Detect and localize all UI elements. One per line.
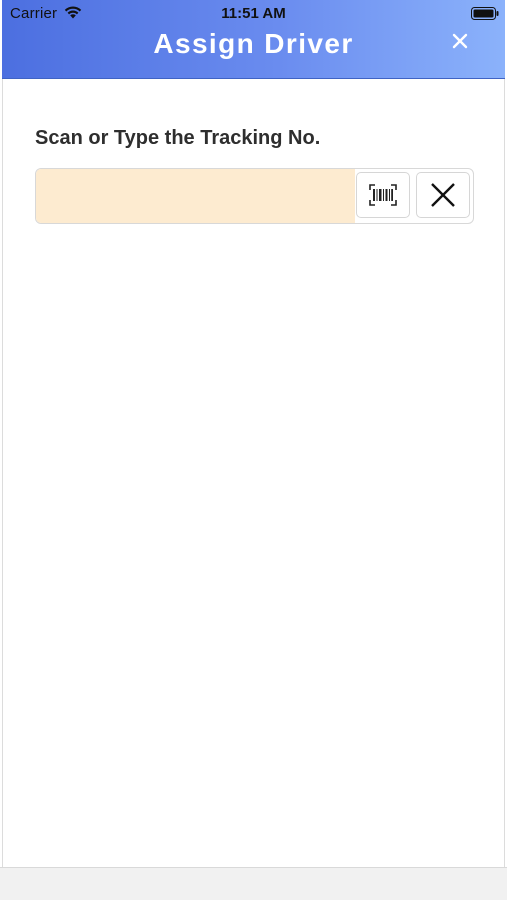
content-area: Scan or Type the Tracking No.: [2, 79, 505, 867]
tracking-input-group: [35, 168, 474, 224]
bottom-bar: [0, 867, 507, 900]
header-bar: Carrier 11:51 AM Assign Driver: [2, 0, 505, 79]
battery-icon: [471, 7, 499, 20]
tracking-number-input[interactable]: [36, 169, 355, 223]
app-screen: Carrier 11:51 AM Assign Driver Scan or T…: [0, 0, 507, 900]
status-time: 11:51 AM: [221, 5, 286, 22]
status-bar: Carrier 11:51 AM: [2, 0, 505, 26]
clear-input-button[interactable]: [416, 172, 470, 218]
close-icon[interactable]: [449, 30, 473, 54]
page-title: Assign Driver: [153, 28, 354, 59]
clear-x-icon: [431, 183, 455, 207]
barcode-scan-icon: [369, 184, 397, 206]
scan-barcode-button[interactable]: [356, 172, 410, 218]
tracking-number-label: Scan or Type the Tracking No.: [35, 127, 321, 149]
